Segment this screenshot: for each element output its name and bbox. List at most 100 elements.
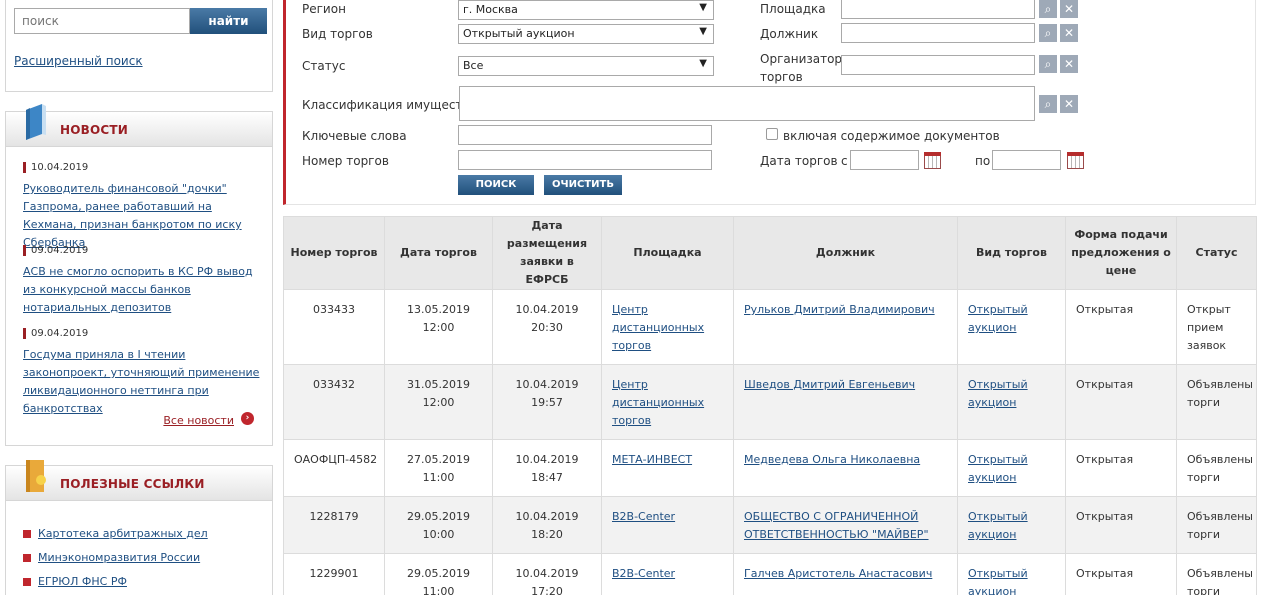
auction-number-input[interactable] (458, 150, 712, 170)
auction-number: 033433 (283, 289, 385, 365)
posted-date: 10.04.2019 18:20 (492, 496, 602, 554)
column-header[interactable]: Вид торгов (957, 216, 1066, 290)
table-row[interactable]: ОАОФЦП-4582 27.05.2019 11:00 10.04.2019 … (283, 439, 1257, 497)
platform-link[interactable]: B2B-Center (601, 496, 734, 554)
close-icon[interactable]: ✕ (1060, 24, 1078, 42)
date-to-input[interactable] (992, 150, 1061, 170)
keywords-label: Ключевые слова (302, 129, 407, 143)
all-news-link[interactable]: Все новости (163, 414, 234, 427)
bid-form: Открытая (1065, 289, 1177, 365)
table-header-row: Номер торгов Дата торгов Дата размещения… (283, 216, 1257, 290)
table-row[interactable]: 033432 31.05.2019 12:00 10.04.2019 19:57… (283, 364, 1257, 440)
dropdown-arrow-icon: ▼ (699, 2, 707, 13)
news-item: 09.04.2019 АСВ не смогло оспорить в КС Р… (23, 245, 263, 317)
dropdown-arrow-icon: ▼ (699, 26, 707, 37)
region-label: Регион (302, 2, 346, 16)
posted-date: 10.04.2019 19:57 (492, 364, 602, 440)
news-date: 09.04.2019 (23, 328, 263, 339)
close-icon[interactable]: ✕ (1060, 55, 1078, 73)
news-link[interactable]: Руководитель финансовой "дочки" Газпрома… (23, 180, 263, 252)
platform-link[interactable]: Центр дистанционных торгов (601, 364, 734, 440)
column-header[interactable]: Статус (1176, 216, 1257, 290)
platform-link[interactable]: Центр дистанционных торгов (601, 289, 734, 365)
auction-number: ОАОФЦП-4582 (283, 439, 385, 497)
search-icon[interactable]: ⌕ (1039, 55, 1057, 73)
column-header[interactable]: Дата торгов (384, 216, 493, 290)
auction-type-link[interactable]: Открытый аукцион (957, 364, 1066, 440)
calendar-icon[interactable] (924, 152, 941, 169)
auction-date: 29.05.2019 10:00 (384, 496, 493, 554)
arrow-right-icon[interactable]: › (241, 412, 254, 425)
debtor-label: Должник (760, 27, 819, 41)
date-from-label: с (841, 154, 848, 168)
debtor-input[interactable] (841, 23, 1035, 43)
useful-link[interactable]: Картотека арбитражных дел (23, 527, 208, 540)
search-submit-button[interactable]: ПОИСК (458, 175, 534, 195)
news-link[interactable]: Госдума приняла в I чтении законопроект,… (23, 346, 263, 418)
column-header[interactable]: Площадка (601, 216, 734, 290)
auction-type-link[interactable]: Открытый аукцион (957, 553, 1066, 595)
status: Объявлены торги (1176, 439, 1257, 497)
status: Объявлены торги (1176, 496, 1257, 554)
debtor-link[interactable]: ОБЩЕСТВО С ОГРАНИЧЕННОЙ ОТВЕТСТВЕННОСТЬЮ… (733, 496, 958, 554)
column-header[interactable]: Номер торгов (283, 216, 385, 290)
news-item: 09.04.2019 Госдума приняла в I чтении за… (23, 328, 263, 418)
search-button[interactable]: найти (190, 8, 267, 34)
column-header[interactable]: Дата размещения заявки в ЕФРСБ (492, 216, 602, 290)
close-icon[interactable]: ✕ (1060, 95, 1078, 113)
table-row[interactable]: 033433 13.05.2019 12:00 10.04.2019 20:30… (283, 289, 1257, 365)
column-header[interactable]: Форма подачи предложения о цене (1065, 216, 1177, 290)
links-title: ПОЛЕЗНЫЕ ССЫЛКИ (60, 477, 205, 491)
classification-label: Классификация имущества (302, 98, 477, 112)
region-select[interactable]: г. Москва ▼ (458, 0, 714, 20)
classification-input[interactable] (459, 86, 1035, 121)
search-icon[interactable]: ⌕ (1039, 24, 1057, 42)
platform-input[interactable] (841, 0, 1035, 19)
search-icon[interactable]: ⌕ (1039, 95, 1057, 113)
filter-form: Регион г. Москва ▼ Вид торгов Открытый ау… (283, 0, 1256, 205)
news-date: 09.04.2019 (23, 245, 263, 256)
debtor-link[interactable]: Шведов Дмитрий Евгеньевич (733, 364, 958, 440)
news-link[interactable]: АСВ не смогло оспорить в КС РФ вывод из … (23, 263, 263, 317)
useful-link[interactable]: ЕГРЮЛ ФНС РФ (23, 575, 127, 588)
news-date: 10.04.2019 (23, 162, 263, 173)
bullet-icon (23, 578, 31, 586)
auction-date: 13.05.2019 12:00 (384, 289, 493, 365)
posted-date: 10.04.2019 18:47 (492, 439, 602, 497)
date-to-label: по (975, 154, 991, 168)
auction-type-select[interactable]: Открытый аукцион ▼ (458, 24, 714, 44)
debtor-link[interactable]: Рульков Дмитрий Владимирович (733, 289, 958, 365)
auction-number-label: Номер торгов (302, 154, 389, 168)
advanced-search-link[interactable]: Расширенный поиск (14, 54, 143, 68)
auction-type-link[interactable]: Открытый аукцион (957, 496, 1066, 554)
news-panel: НОВОСТИ 10.04.2019 Руководитель финансов… (5, 104, 273, 446)
auction-type-link[interactable]: Открытый аукцион (957, 289, 1066, 365)
posted-date: 10.04.2019 20:30 (492, 289, 602, 365)
close-icon[interactable]: ✕ (1060, 0, 1078, 18)
debtor-link[interactable]: Галчев Аристотель Анастасович (733, 553, 958, 595)
auction-type-link[interactable]: Открытый аукцион (957, 439, 1066, 497)
clear-button[interactable]: ОЧИСТИТЬ (544, 175, 622, 195)
debtor-link[interactable]: Медведева Ольга Николаевна (733, 439, 958, 497)
search-icon[interactable]: ⌕ (1039, 0, 1057, 18)
organizer-input[interactable] (841, 55, 1035, 75)
column-header[interactable]: Должник (733, 216, 958, 290)
useful-links-panel: ПОЛЕЗНЫЕ ССЫЛКИ Картотека арбитражных де… (5, 460, 273, 595)
notebook-icon (26, 460, 46, 492)
status-label: Статус (302, 59, 346, 73)
posted-date: 10.04.2019 17:20 (492, 553, 602, 595)
platform-link[interactable]: B2B-Center (601, 553, 734, 595)
search-input[interactable] (14, 8, 190, 34)
table-row[interactable]: 1229901 29.05.2019 11:00 10.04.2019 17:2… (283, 553, 1257, 595)
status-select[interactable]: Все ▼ (458, 56, 714, 76)
useful-link[interactable]: Минэкономразвития России (23, 551, 200, 564)
date-from-input[interactable] (850, 150, 919, 170)
include-documents-label: включая содержимое документов (783, 129, 1000, 143)
bid-form: Открытая (1065, 364, 1177, 440)
include-documents-checkbox[interactable] (766, 128, 778, 140)
table-row[interactable]: 1228179 29.05.2019 10:00 10.04.2019 18:2… (283, 496, 1257, 554)
calendar-icon[interactable] (1067, 152, 1084, 169)
keywords-input[interactable] (458, 125, 712, 145)
platform-link[interactable]: МЕТА-ИНВЕСТ (601, 439, 734, 497)
status: Объявлены торги (1176, 364, 1257, 440)
